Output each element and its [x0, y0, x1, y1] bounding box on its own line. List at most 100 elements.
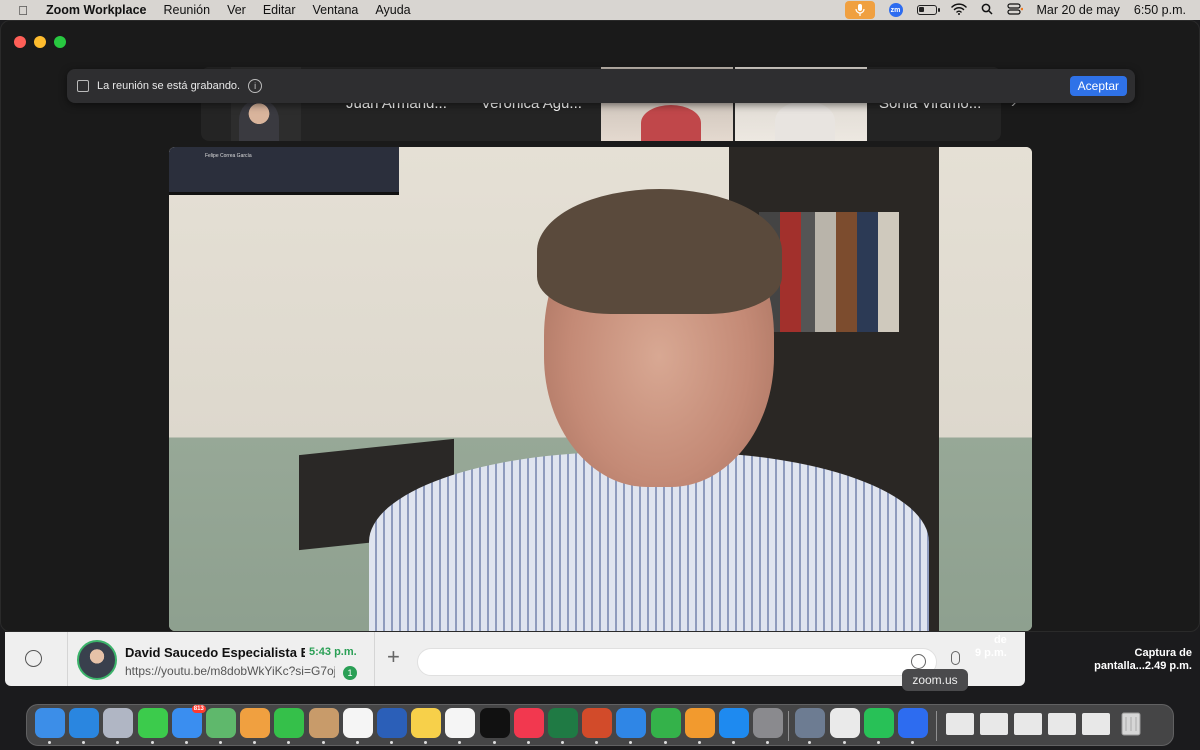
running-indicator [355, 741, 359, 744]
running-indicator [561, 741, 564, 744]
maps-icon[interactable] [206, 708, 236, 738]
divider [374, 632, 375, 686]
running-indicator [526, 741, 530, 744]
mail-icon[interactable]: 813 [171, 705, 206, 738]
launchpad-icon[interactable] [103, 708, 134, 738]
wifi-icon[interactable] [950, 2, 967, 18]
running-indicator [842, 741, 846, 744]
word-icon[interactable] [377, 708, 407, 738]
caption-line: 9 p.m. [975, 647, 1007, 659]
minimize-window-button[interactable] [34, 36, 46, 48]
voice-message-mic-icon[interactable] [951, 651, 960, 665]
keynote-icon[interactable] [616, 708, 647, 738]
document-thumbnail[interactable] [1048, 713, 1077, 735]
running-indicator [116, 741, 120, 744]
photos-icon[interactable] [240, 708, 271, 738]
chat-list-item[interactable]: David Saucedo Especialista En... 5:43 p.… [75, 636, 375, 682]
music-icon[interactable] [513, 708, 544, 738]
attach-plus-button[interactable]: + [387, 644, 400, 670]
reminders-icon[interactable] [342, 708, 373, 738]
running-indicator [48, 741, 51, 744]
numbers-icon[interactable] [650, 708, 681, 738]
dock: 813 [26, 704, 1174, 746]
menu-ayuda[interactable]: Ayuda [375, 3, 410, 17]
microphone-in-use-icon[interactable] [844, 1, 875, 19]
settings-icon[interactable] [753, 708, 784, 738]
divider [67, 632, 68, 686]
info-icon[interactable]: i [248, 79, 263, 93]
running-indicator [808, 741, 812, 744]
preview-icon[interactable] [795, 708, 826, 738]
appstore-icon[interactable] [719, 708, 749, 738]
running-indicator [663, 741, 667, 744]
trash-icon[interactable] [1116, 708, 1146, 738]
document-thumbnail[interactable] [980, 713, 1009, 735]
running-indicator [697, 741, 701, 744]
running-indicator [595, 741, 599, 744]
desktop-file-caption[interactable]: de 9 p.m. [975, 634, 1007, 660]
phone-screenshot-thumbnail[interactable] [946, 713, 975, 735]
recording-notice-text: La reunión se está grabando. [97, 80, 241, 92]
running-indicator [184, 741, 188, 744]
wall-tv-screen: Felipe Correa García [169, 147, 399, 195]
powerpoint-icon[interactable] [582, 708, 613, 738]
dock-tooltip: zoom.us [902, 669, 968, 691]
battery-icon[interactable] [916, 5, 940, 15]
chat-contact-name: David Saucedo Especialista En... [125, 645, 305, 660]
textedit-icon[interactable] [829, 708, 860, 738]
menu-editar[interactable]: Editar [263, 3, 296, 17]
avatar [77, 640, 117, 680]
control-center-icon[interactable] [1006, 2, 1023, 18]
zoom-status-icon[interactable]: zm [888, 3, 903, 17]
spotlight-search-icon[interactable] [981, 3, 993, 18]
message-input[interactable] [417, 648, 937, 676]
document-thumbnail[interactable] [1082, 713, 1111, 735]
dock-separator [788, 711, 790, 741]
apple-icon[interactable]:  [16, 3, 30, 18]
document-thumbnail[interactable] [1014, 713, 1043, 735]
freeform-icon[interactable] [445, 708, 476, 738]
active-speaker-video[interactable]: Felipe Correa García [169, 147, 1032, 631]
safari-icon[interactable] [69, 708, 100, 738]
whatsapp-icon[interactable] [863, 708, 894, 738]
dock-separator [936, 711, 938, 741]
facetime-icon[interactable] [274, 708, 305, 738]
messages-icon[interactable] [137, 708, 168, 738]
close-window-button[interactable] [14, 36, 26, 48]
caption-line: de [993, 634, 1007, 646]
app-menu-zoom[interactable]: Zoom Workplace [46, 3, 146, 17]
speaker-hair [537, 189, 782, 314]
accept-button[interactable]: Aceptar [1069, 76, 1127, 96]
running-indicator [253, 741, 257, 744]
fullscreen-window-button[interactable] [54, 36, 66, 48]
menu-reunion[interactable]: Reunión [163, 3, 210, 17]
time-label[interactable]: 6:50 p.m. [1134, 3, 1186, 17]
zoom-icon[interactable] [898, 708, 928, 738]
mail-unread-badge: 813 [191, 705, 206, 713]
running-indicator [287, 741, 291, 744]
tv-icon[interactable] [479, 708, 510, 738]
zoom-meeting-window: Juan Armand... Verónica Agu... Sonia Vir… [0, 20, 1200, 632]
settings-gear-icon[interactable] [25, 650, 42, 667]
running-indicator [911, 741, 914, 744]
date-label[interactable]: Mar 20 de may [1037, 3, 1120, 17]
running-indicator [82, 741, 86, 744]
menu-ver[interactable]: Ver [227, 3, 246, 17]
unread-badge: 1 [343, 666, 357, 680]
chat-timestamp: 5:43 p.m. [309, 646, 357, 658]
emoji-icon[interactable] [911, 654, 926, 669]
running-indicator [629, 741, 633, 744]
excel-icon[interactable] [548, 708, 578, 738]
running-indicator [219, 741, 222, 744]
desktop-screenshot-caption[interactable]: Captura de pantalla...2.49 p.m. [1080, 647, 1192, 673]
contacts-icon[interactable] [308, 708, 339, 738]
running-indicator [732, 741, 735, 744]
tv-screen-text: Felipe Correa García [205, 153, 252, 159]
notes-icon[interactable] [411, 708, 442, 738]
recording-icon [77, 80, 89, 92]
whatsapp-window-strip: David Saucedo Especialista En... 5:43 p.… [5, 632, 1025, 686]
running-indicator [321, 741, 325, 744]
pages-icon[interactable] [684, 708, 715, 738]
menu-ventana[interactable]: Ventana [312, 3, 358, 17]
finder-icon[interactable] [35, 708, 65, 738]
